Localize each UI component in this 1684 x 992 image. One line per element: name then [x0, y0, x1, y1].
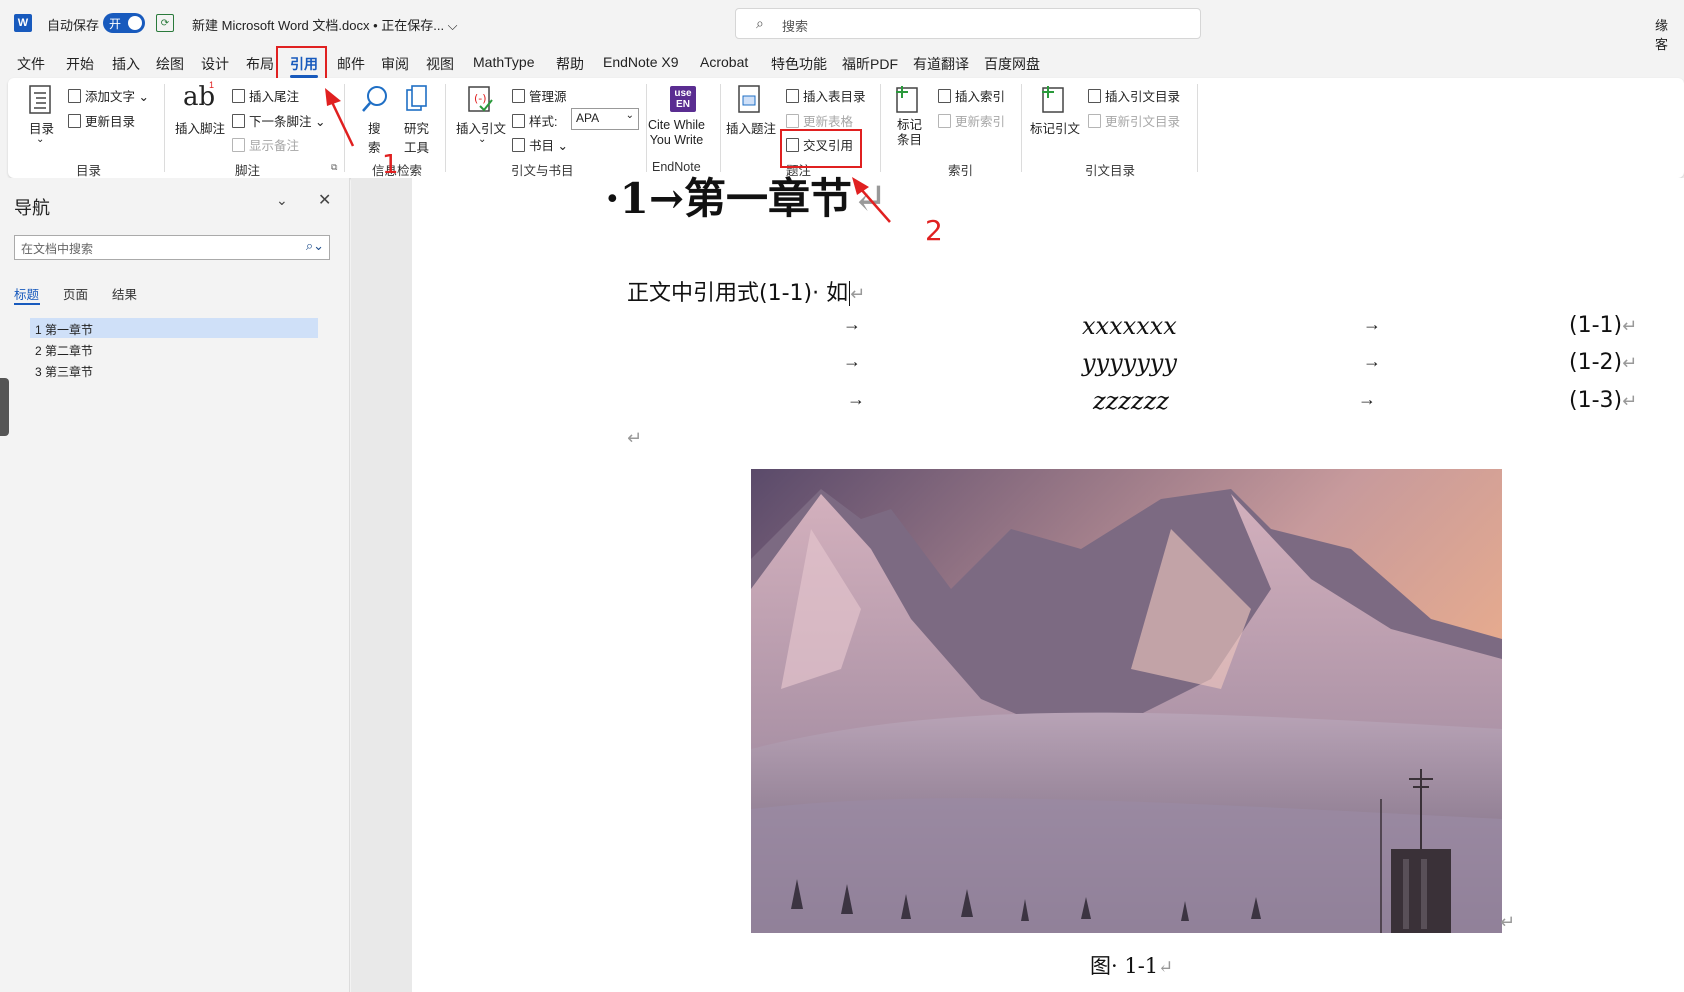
annotation-arrow-2	[852, 177, 891, 223]
annotation-step-1: 1	[382, 150, 399, 180]
annotation-arrow-1	[325, 88, 355, 147]
annotation-arrows	[325, 88, 891, 223]
annotation-step-2: 2	[925, 214, 943, 247]
